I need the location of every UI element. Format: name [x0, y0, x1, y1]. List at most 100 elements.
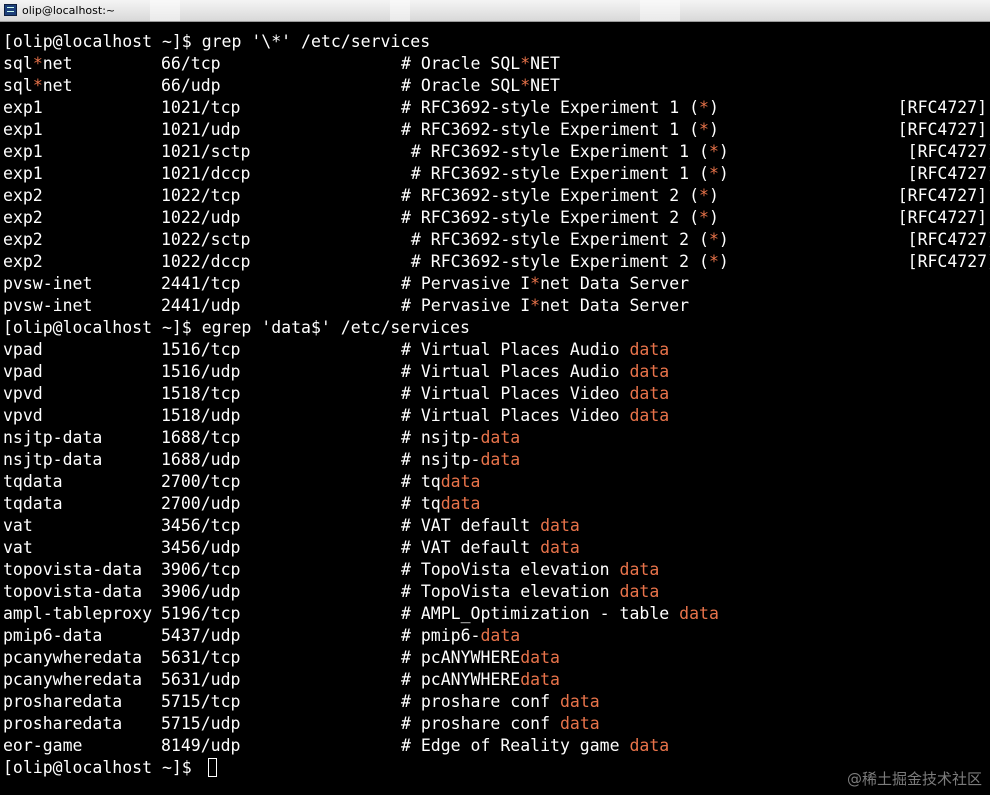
- comment-text: # RFC3692-style Experiment 1 (: [401, 142, 709, 161]
- service-comment: # VAT default data: [401, 537, 580, 559]
- window-title: olip@localhost:~: [22, 4, 116, 17]
- service-port: 2441/tcp: [161, 274, 241, 293]
- service-name: ampl-tableproxy: [3, 603, 161, 625]
- service-line: prosharedata 5715/udp # proshare conf data: [3, 713, 990, 735]
- service-port: 5196/tcp: [161, 604, 241, 623]
- service-line: vpad 1516/udp # Virtual Places Audio data: [3, 361, 990, 383]
- service-comment: # pcANYWHEREdata: [401, 647, 560, 669]
- service-line: exp1 1021/dccp # RFC3692-style Experiment…: [3, 163, 990, 185]
- text-cursor[interactable]: [207, 758, 217, 777]
- service-port: 1021/dccp: [161, 164, 251, 183]
- terminal-output[interactable]: [olip@localhost ~]$ grep '\*' /etc/servi…: [0, 22, 990, 795]
- comment-text: NET: [530, 76, 560, 95]
- service-comment: # tqdata: [401, 493, 481, 515]
- comment-text: # VAT default: [401, 538, 541, 557]
- service-line: vpvd 1518/tcp # Virtual Places Video data: [3, 383, 990, 405]
- service-line: pvsw-inet 2441/udp # Pervasive I*net Data …: [3, 295, 990, 317]
- service-name-text: exp2: [3, 252, 43, 271]
- service-port: 5715/tcp: [161, 692, 241, 711]
- service-name: exp2: [3, 185, 161, 207]
- service-name: nsjtp-data: [3, 449, 161, 471]
- service-port: 1518/udp: [161, 406, 241, 425]
- service-port: 5437/udp: [161, 626, 241, 645]
- service-name: exp1: [3, 97, 161, 119]
- comment-text: # nsjtp-: [401, 450, 481, 469]
- service-comment: # RFC3692-style Experiment 1 (*) [RFC472…: [401, 119, 987, 141]
- service-name-text: tqdata: [3, 494, 63, 513]
- comment-text: net Data Server: [540, 296, 690, 315]
- service-comment: # Pervasive I*net Data Server: [401, 295, 689, 317]
- match-highlight: *: [530, 274, 541, 293]
- service-line: nsjtp-data 1688/tcp # nsjtp-data: [3, 427, 990, 449]
- service-comment: # VAT default data: [401, 515, 580, 537]
- service-name-text: nsjtp-data: [3, 428, 103, 447]
- service-name-text: vpvd: [3, 406, 43, 425]
- match-highlight: data: [440, 472, 481, 491]
- comment-text: ) [RFC4727]: [708, 186, 988, 205]
- service-line: exp1 1021/tcp # RFC3692-style Experiment 1…: [3, 97, 990, 119]
- match-highlight: *: [708, 230, 719, 249]
- service-comment: # RFC3692-style Experiment 2 (*) [RFC472…: [401, 229, 990, 251]
- service-name: nsjtp-data: [3, 427, 161, 449]
- match-highlight: data: [520, 648, 560, 667]
- service-name-text: exp2: [3, 230, 43, 249]
- comment-text: # tq: [401, 472, 441, 491]
- service-port: 1516/tcp: [161, 340, 241, 359]
- comment-text: # Virtual Places Video: [401, 406, 630, 425]
- service-name-text: pvsw-inet: [3, 274, 93, 293]
- command-line-3[interactable]: [olip@localhost ~]$: [3, 757, 990, 779]
- service-line: prosharedata 5715/tcp # proshare conf data: [3, 691, 990, 713]
- service-port: 66/udp: [161, 76, 221, 95]
- service-name-text: exp1: [3, 98, 43, 117]
- match-highlight: *: [699, 208, 709, 227]
- service-line: sql*net 66/tcp # Oracle SQL*NET: [3, 53, 990, 75]
- service-name: topovista-data: [3, 559, 161, 581]
- service-comment: # RFC3692-style Experiment 2 (*) [RFC472…: [401, 207, 987, 229]
- match-highlight: *: [32, 54, 43, 73]
- service-port: 1022/sctp: [161, 230, 251, 249]
- service-line: pvsw-inet 2441/tcp # Pervasive I*net Data …: [3, 273, 990, 295]
- service-name: tqdata: [3, 493, 161, 515]
- service-name-text: vat: [3, 538, 33, 557]
- service-name: pvsw-inet: [3, 273, 161, 295]
- comment-text: ) [RFC4727]: [708, 208, 988, 227]
- service-comment: # RFC3692-style Experiment 1 (*) [RFC472…: [401, 141, 990, 163]
- service-name: pcanywheredata: [3, 669, 161, 691]
- shell-prompt: [olip@localhost ~]$: [3, 32, 202, 51]
- match-highlight: data: [480, 428, 521, 447]
- service-name-text: vpvd: [3, 384, 43, 403]
- comment-text: # TopoVista elevation: [401, 582, 620, 601]
- service-name-text: pmip6-data: [3, 626, 103, 645]
- service-comment: # nsjtp-data: [401, 449, 520, 471]
- service-name-text: nsjtp-data: [3, 450, 103, 469]
- service-comment: # RFC3692-style Experiment 1 (*) [RFC472…: [401, 97, 987, 119]
- service-comment: # Virtual Places Video data: [401, 405, 669, 427]
- comment-text: # pcANYWHERE: [401, 670, 521, 689]
- match-highlight: data: [480, 626, 521, 645]
- service-comment: # TopoVista elevation data: [401, 559, 659, 581]
- service-port: 1021/tcp: [161, 98, 241, 117]
- window-titlebar[interactable]: olip@localhost:~: [0, 0, 990, 22]
- service-comment: # Virtual Places Audio data: [401, 339, 669, 361]
- service-line: tqdata 2700/udp # tqdata: [3, 493, 990, 515]
- service-name-text: exp2: [3, 186, 43, 205]
- match-highlight: data: [520, 670, 560, 689]
- service-comment: # Virtual Places Audio data: [401, 361, 669, 383]
- service-name-text: exp2: [3, 208, 43, 227]
- egrep-results: vpad 1516/tcp # Virtual Places Audio data v…: [3, 339, 990, 757]
- service-comment: # AMPL_Optimization - table data: [401, 603, 719, 625]
- titlebar-highlight: [390, 0, 410, 21]
- command-text: grep '\*' /etc/services: [201, 32, 431, 51]
- comment-text: # Oracle SQL: [401, 54, 521, 73]
- service-name-text: net: [42, 54, 73, 73]
- comment-text: # RFC3692-style Experiment 1 (: [401, 164, 709, 183]
- comment-text: # Virtual Places Audio: [401, 340, 630, 359]
- service-comment: # proshare conf data: [401, 713, 600, 735]
- comment-text: # RFC3692-style Experiment 2 (: [401, 186, 700, 205]
- service-name: pvsw-inet: [3, 295, 161, 317]
- service-name-text: sql: [3, 54, 33, 73]
- service-line: topovista-data 3906/udp # TopoVista elevat…: [3, 581, 990, 603]
- service-line: exp2 1022/udp # RFC3692-style Experiment 2…: [3, 207, 990, 229]
- match-highlight: data: [629, 406, 670, 425]
- match-highlight: data: [559, 714, 600, 733]
